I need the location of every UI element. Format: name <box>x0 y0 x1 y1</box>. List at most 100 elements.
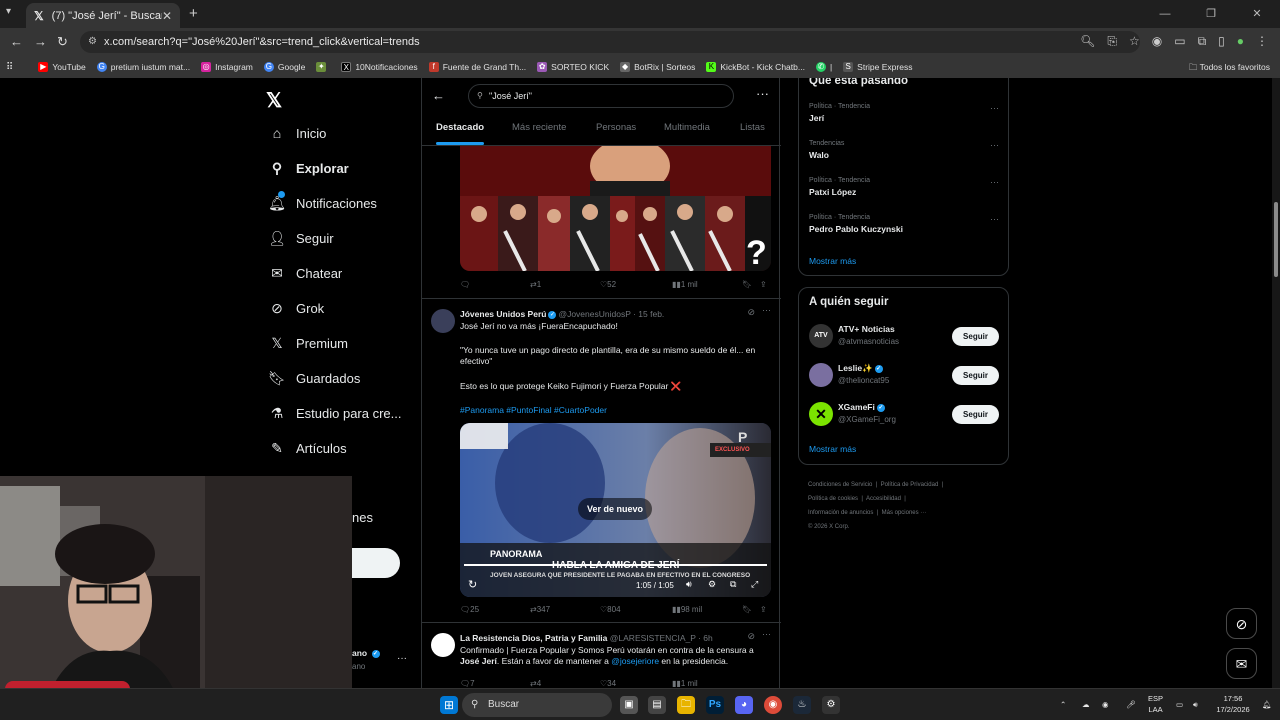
install-icon[interactable]: ⎘ <box>1107 34 1117 49</box>
browser-tab[interactable]: 𝕏 (7) "José Jerí" - Buscar / X ✕ <box>26 3 180 28</box>
show-more-trends[interactable]: Mostrar más <box>809 256 856 266</box>
tab-listas[interactable]: Listas <box>740 122 765 133</box>
bookmark-button[interactable]: 🔖︎ <box>742 280 752 289</box>
video-progress-track[interactable] <box>464 564 767 566</box>
address-bar[interactable]: ⚙ x.com/search?q="José%20Jerí"&src=trend… <box>80 31 1140 53</box>
sidebar-item-notificaciones[interactable]: 🔔︎ Notificaciones <box>268 191 377 212</box>
bookmark-google[interactable]: G Google <box>263 62 305 72</box>
file-explorer-icon[interactable]: 🗀︎ <box>677 696 695 714</box>
trend-item[interactable]: Política · Tendencia Patxi López ··· <box>809 177 999 197</box>
discord-icon[interactable]: ◕ <box>735 696 753 714</box>
tab-search-button[interactable]: ▾ <box>6 6 11 17</box>
avatar[interactable] <box>431 309 455 333</box>
share-button[interactable]: ⇪ <box>760 280 767 289</box>
reply-button[interactable]: 🗨︎ <box>460 280 470 289</box>
profile-avatar[interactable]: ● <box>1237 34 1244 49</box>
follow-suggestion[interactable]: ✕ XGameFi ✓ @XGameFi_org Seguir <box>809 400 999 430</box>
media-icon[interactable]: ▭ <box>1174 34 1185 49</box>
footer-link[interactable]: Política de Privacidad <box>881 482 939 488</box>
like-button[interactable]: ♡ 804 <box>600 605 621 614</box>
tweet-time[interactable]: · 15 feb. <box>633 309 664 319</box>
follow-button[interactable]: Seguir <box>952 405 999 424</box>
bookmark-botrix[interactable]: ◆ BotRix | Sorteos <box>620 62 695 72</box>
zoom-icon[interactable]: 🔍︎ <box>1080 34 1095 49</box>
task-view-icon[interactable]: ▣ <box>620 696 638 714</box>
tweet-time[interactable]: · 6h <box>698 633 713 643</box>
bookmark-whatsapp[interactable]: ✆ | <box>815 62 832 72</box>
bookmark-youtube[interactable]: ▶ YouTube <box>38 62 86 72</box>
show-more-follow[interactable]: Mostrar más <box>809 444 856 454</box>
sidebar-item-premium[interactable]: 𝕏 Premium <box>268 334 348 352</box>
tweet-video[interactable]: P EXCLUSIVO Ver de nuevo PANORAMA HABLA … <box>460 423 771 597</box>
post-button[interactable] <box>352 548 400 578</box>
footer-link[interactable]: Política de cookies <box>808 496 858 502</box>
close-tab-icon[interactable]: ✕ <box>162 9 172 23</box>
language-indicator[interactable]: ESP LAA <box>1148 693 1163 715</box>
tweet-hashtags[interactable]: #Panorama #PuntoFinal #CuartoPoder <box>460 405 772 416</box>
star-icon[interactable]: ☆ <box>1129 34 1140 49</box>
like-button[interactable]: ♡ 34 <box>600 679 616 688</box>
menu-icon[interactable]: ⋮ <box>1256 34 1268 49</box>
windows-start-icon[interactable]: ⊞ <box>440 696 458 714</box>
grok-icon[interactable]: ⊘ <box>747 307 755 318</box>
split-icon[interactable]: ▯ <box>1218 34 1225 49</box>
account-name[interactable]: ano ✓ <box>352 648 382 658</box>
back-arrow-icon[interactable]: ← <box>432 88 445 103</box>
search-input[interactable]: ⚲ "José Jerí" <box>468 84 734 108</box>
follow-button[interactable]: Seguir <box>952 366 999 385</box>
bookmark-pretium[interactable]: Gpretium iustum mat... <box>96 62 190 72</box>
follow-button[interactable]: Seguir <box>952 327 999 346</box>
more-options-icon[interactable]: ··· <box>756 86 769 101</box>
tab-multimedia[interactable]: Multimedia <box>664 122 710 133</box>
photoshop-icon[interactable]: Ps <box>706 696 724 714</box>
tweet-more-icon[interactable]: ··· <box>762 305 771 315</box>
reload-icon[interactable]: ↻ <box>57 34 68 50</box>
chrome-icon[interactable]: ◉ <box>764 696 782 714</box>
fullscreen-icon[interactable]: ⤢ <box>751 579 758 590</box>
reply-button[interactable]: 🗨︎ 7 <box>460 679 475 688</box>
pip-icon[interactable]: ⧉ <box>730 579 736 590</box>
volume-icon[interactable]: 🔊︎ <box>686 579 692 590</box>
bookmark-sorteo-kick[interactable]: ✿ SORTEO KICK <box>537 62 609 72</box>
grok-float-button[interactable]: ⊘ <box>1226 608 1257 639</box>
maximize-icon[interactable]: ❐ <box>1188 0 1234 28</box>
author-name[interactable]: Jóvenes Unidos Perú <box>460 309 546 319</box>
bookmark-button[interactable]: 🔖︎ <box>742 605 752 614</box>
notification-bell-icon[interactable]: 🔔︎ <box>1262 699 1272 710</box>
tray-expand-icon[interactable]: ⌃ <box>1060 699 1066 710</box>
trend-more-icon[interactable]: ··· <box>990 140 999 150</box>
author-handle[interactable]: @LARESISTENCIA_P <box>610 633 696 643</box>
sidebar-item-partial[interactable]: nes <box>352 510 373 525</box>
author-name[interactable]: La Resistencia Dios, Patria y Familia <box>460 633 607 643</box>
trend-more-icon[interactable]: ··· <box>990 103 999 113</box>
scrollbar-thumb[interactable] <box>1274 202 1278 277</box>
settings-icon[interactable]: ⚙ <box>708 579 716 590</box>
puzzle-icon[interactable]: ⧉ <box>1198 34 1207 49</box>
all-bookmarks[interactable]: 🗀︎ Todos los favoritos <box>1189 62 1270 76</box>
replay-icon[interactable]: ↻ <box>468 578 477 591</box>
views-stat[interactable]: ▮▮ 1 mil <box>672 679 698 688</box>
bookmark-stripe[interactable]: S Stripe Express <box>843 62 912 72</box>
new-tab-button[interactable]: + <box>189 5 198 22</box>
footer-link[interactable]: Más opciones ··· <box>882 510 927 516</box>
repost-button[interactable]: ⇄ 347 <box>530 605 550 614</box>
views-stat[interactable]: ▮▮ 98 mil <box>672 605 702 614</box>
reply-button[interactable]: 🗨︎ 25 <box>460 605 479 614</box>
trend-item[interactable]: Tendencias Walo ··· <box>809 140 999 160</box>
network-icon[interactable]: ▭ <box>1176 699 1183 710</box>
bookmark-fuente[interactable]: f Fuente de Grand Th... <box>428 62 526 72</box>
sidebar-item-chatear[interactable]: ✉ Chatear <box>268 264 342 282</box>
avatar[interactable]: ATV <box>809 324 833 348</box>
clock[interactable]: 17:56 17/2/2026 <box>1212 693 1254 715</box>
like-button[interactable]: ♡ 52 <box>600 280 616 289</box>
app-icon[interactable]: ⚙ <box>822 696 840 714</box>
tab-destacado[interactable]: Destacado <box>436 122 484 133</box>
messages-float-button[interactable]: ✉ <box>1226 648 1257 679</box>
bookmark-app[interactable]: ✦ <box>316 62 330 72</box>
extension-icon[interactable]: ◉ <box>1152 34 1162 49</box>
mention-link[interactable]: @josejeriore <box>611 656 659 666</box>
bookmark-10notificaciones[interactable]: X 10Notificaciones <box>341 62 418 72</box>
forward-icon[interactable]: → <box>34 34 47 49</box>
repost-button[interactable]: ⇄ 4 <box>530 679 541 688</box>
tweet-image[interactable]: ? <box>460 146 771 271</box>
